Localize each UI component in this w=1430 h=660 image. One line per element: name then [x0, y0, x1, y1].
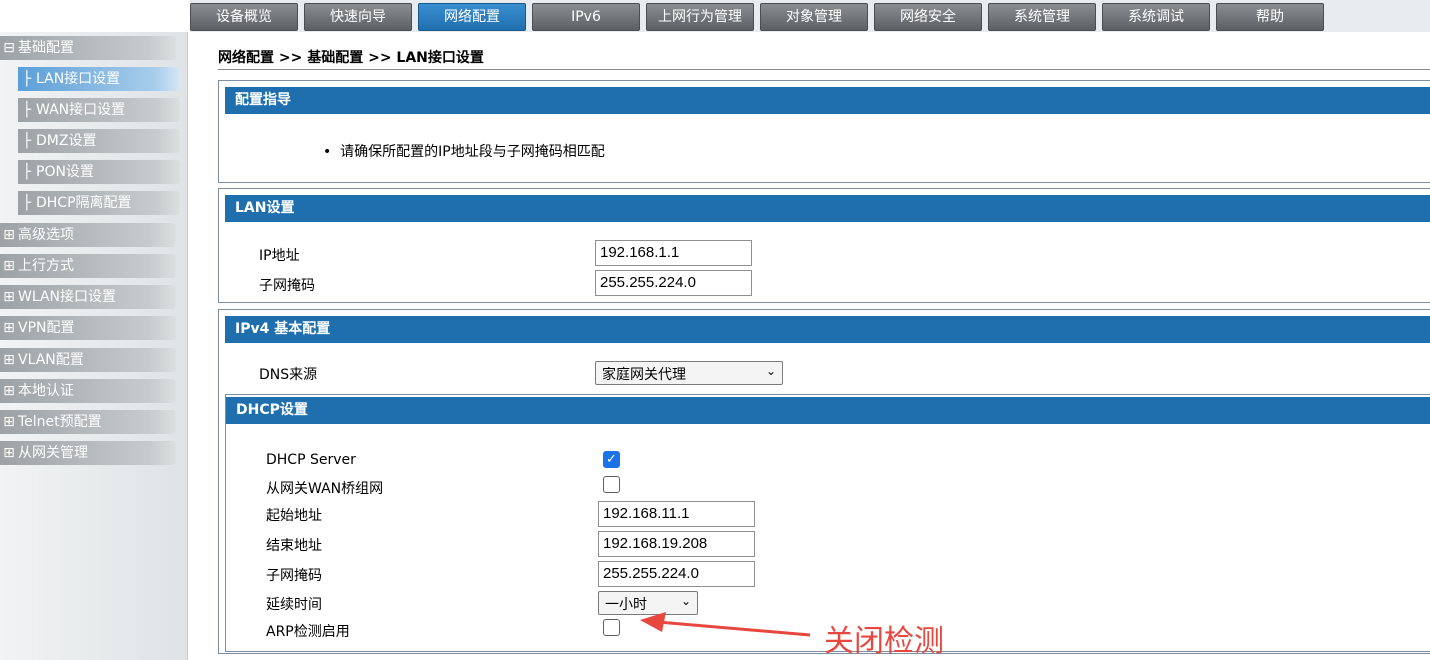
lan-mask-input[interactable]: 255.255.224.0: [595, 270, 752, 296]
dns-source-label: DNS来源: [259, 367, 318, 383]
collapse-icon: ⊟: [3, 40, 15, 56]
sidebar-item-wan-interface[interactable]: ├ WAN接口设置: [18, 98, 180, 122]
expand-icon: ⊞: [3, 383, 15, 399]
expand-icon: ⊞: [3, 445, 15, 461]
lan-panel: LAN设置 IP地址 192.168.1.1 子网掩码 255.255.224.…: [218, 188, 1430, 303]
tab-object-management[interactable]: 对象管理: [760, 3, 868, 31]
dhcp-server-label: DHCP Server: [266, 452, 356, 468]
sidebar-group-vlan[interactable]: ⊞ VLAN配置: [0, 348, 176, 372]
sidebar-group-vpn[interactable]: ⊞ VPN配置: [0, 316, 176, 340]
tab-ipv6[interactable]: IPv6: [532, 3, 640, 31]
tab-device-overview[interactable]: 设备概览: [190, 3, 298, 31]
tree-branch-icon: ├: [22, 195, 32, 211]
lan-ip-label: IP地址: [259, 248, 300, 264]
sidebar-item-label: 上行方式: [18, 258, 74, 274]
dhcp-title: DHCP设置: [226, 397, 1430, 424]
bridge-label: 从网关WAN桥组网: [266, 481, 384, 497]
sidebar-item-lan-interface[interactable]: ├ LAN接口设置: [18, 67, 180, 91]
expand-icon: ⊞: [3, 320, 15, 336]
lan-mask-label: 子网掩码: [259, 278, 315, 294]
sidebar-item-label: LAN接口设置: [36, 71, 121, 87]
sidebar-item-label: WLAN接口设置: [18, 289, 117, 305]
arp-label: ARP检测启用: [266, 624, 350, 640]
bridge-checkbox[interactable]: [603, 476, 620, 493]
sidebar-item-label: VPN配置: [18, 320, 75, 336]
annotation-arrow-icon: [640, 612, 811, 637]
tab-quick-wizard[interactable]: 快速向导: [304, 3, 412, 31]
top-navigation: 设备概览 快速向导 网络配置 IPv6 上网行为管理 对象管理 网络安全 系统管…: [0, 0, 1430, 32]
chevron-down-icon: ⌄: [680, 594, 691, 608]
tree-branch-icon: ├: [22, 133, 32, 149]
tree-branch-icon: ├: [22, 71, 32, 87]
arp-checkbox[interactable]: [603, 619, 620, 636]
dhcp-server-checkbox[interactable]: ✓: [603, 451, 620, 468]
ipv4-panel: IPv4 基本配置 DNS来源 家庭网关代理 ⌄ DHCP设置 DHCP Ser…: [218, 309, 1430, 654]
chevron-down-icon: ⌄: [765, 364, 776, 378]
sidebar-item-label: 从网关管理: [18, 445, 88, 461]
lease-time-label: 延续时间: [266, 597, 322, 613]
check-icon: ✓: [606, 452, 617, 467]
lan-title: LAN设置: [225, 195, 1430, 222]
lan-ip-input[interactable]: 192.168.1.1: [595, 240, 752, 266]
tab-network-config[interactable]: 网络配置: [418, 3, 526, 31]
breadcrumb: 网络配置 >> 基础配置 >> LAN接口设置: [218, 50, 484, 66]
sidebar-item-label: PON设置: [36, 164, 94, 180]
sidebar-item-label: DMZ设置: [36, 133, 97, 149]
sidebar-item-label: Telnet预配置: [18, 414, 102, 430]
sidebar-group-basic-config[interactable]: ⊟ 基础配置: [0, 36, 176, 60]
sidebar-group-telnet[interactable]: ⊞ Telnet预配置: [0, 410, 176, 434]
sidebar: ⊟ 基础配置 ├ LAN接口设置 ├ WAN接口设置 ├ DMZ设置 ├ PON…: [0, 32, 188, 660]
guide-bullet-text: 请确保所配置的IP地址段与子网掩码相匹配: [340, 144, 605, 160]
tab-system-management[interactable]: 系统管理: [988, 3, 1096, 31]
dhcp-end-label: 结束地址: [266, 538, 322, 554]
expand-icon: ⊞: [3, 414, 15, 430]
sidebar-item-label: 基础配置: [18, 40, 74, 56]
guide-panel: 配置指导 • 请确保所配置的IP地址段与子网掩码相匹配: [218, 80, 1430, 183]
annotation-text: 关闭检测: [824, 624, 944, 659]
guide-bullet: • 请确保所配置的IP地址段与子网掩码相匹配: [323, 144, 605, 160]
sidebar-group-wlan[interactable]: ⊞ WLAN接口设置: [0, 285, 176, 309]
expand-icon: ⊞: [3, 227, 15, 243]
expand-icon: ⊞: [3, 352, 15, 368]
sidebar-group-slave-gateway[interactable]: ⊞ 从网关管理: [0, 441, 176, 465]
main-content: 网络配置 >> 基础配置 >> LAN接口设置 配置指导 • 请确保所配置的IP…: [200, 32, 1430, 660]
sidebar-item-pon[interactable]: ├ PON设置: [18, 160, 180, 184]
dhcp-start-label: 起始地址: [266, 508, 322, 524]
sidebar-item-label: DHCP隔离配置: [36, 195, 132, 211]
dns-source-select[interactable]: 家庭网关代理 ⌄: [595, 361, 783, 385]
sidebar-group-uplink[interactable]: ⊞ 上行方式: [0, 254, 176, 278]
tab-network-security[interactable]: 网络安全: [874, 3, 982, 31]
sidebar-item-label: WAN接口设置: [36, 102, 126, 118]
tab-help[interactable]: 帮助: [1216, 3, 1324, 31]
sidebar-group-local-auth[interactable]: ⊞ 本地认证: [0, 379, 176, 403]
sidebar-item-dhcp-isolation[interactable]: ├ DHCP隔离配置: [18, 191, 180, 215]
expand-icon: ⊞: [3, 289, 15, 305]
breadcrumb-divider: [218, 69, 1430, 70]
ipv4-title: IPv4 基本配置: [225, 316, 1430, 343]
sidebar-item-label: 高级选项: [18, 227, 74, 243]
tab-system-debug[interactable]: 系统调试: [1102, 3, 1210, 31]
dhcp-mask-input[interactable]: 255.255.224.0: [598, 561, 755, 587]
tree-branch-icon: ├: [22, 164, 32, 180]
tab-behavior-management[interactable]: 上网行为管理: [646, 3, 754, 31]
guide-title: 配置指导: [225, 87, 1430, 114]
dhcp-panel: DHCP设置 DHCP Server ✓ 从网关WAN桥组网 起始地址 192.…: [225, 394, 1430, 652]
dhcp-start-input[interactable]: 192.168.11.1: [598, 501, 755, 527]
sidebar-item-label: VLAN配置: [18, 352, 84, 368]
sidebar-group-advanced[interactable]: ⊞ 高级选项: [0, 223, 176, 247]
tree-branch-icon: ├: [22, 102, 32, 118]
expand-icon: ⊞: [3, 258, 15, 274]
dns-source-value: 家庭网关代理: [602, 367, 686, 383]
sidebar-item-dmz[interactable]: ├ DMZ设置: [18, 129, 180, 153]
sidebar-item-label: 本地认证: [18, 383, 74, 399]
dhcp-mask-label: 子网掩码: [266, 568, 322, 584]
dhcp-end-input[interactable]: 192.168.19.208: [598, 531, 755, 557]
